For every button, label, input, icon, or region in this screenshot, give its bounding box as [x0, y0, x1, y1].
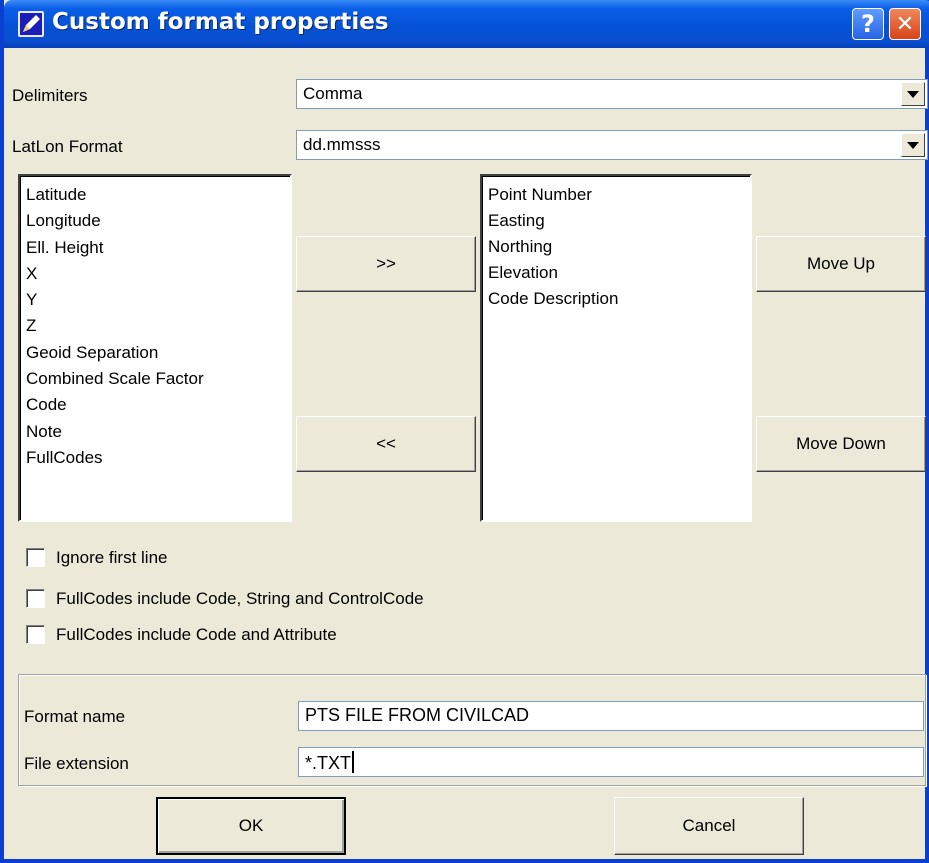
delimiters-select[interactable]: Comma [296, 79, 928, 109]
delimiters-label: Delimiters [12, 86, 88, 105]
list-item[interactable]: Elevation [482, 260, 750, 286]
dialog-window: Custom format properties ? ✕ Delimiters … [0, 0, 929, 863]
format-name-label: Format name [24, 707, 126, 726]
list-item[interactable]: Z [20, 313, 290, 339]
file-extension-label: File extension [24, 754, 129, 773]
app-pencil-icon [18, 11, 44, 37]
window-title: Custom format properties [52, 9, 389, 35]
file-extension-value: *.TXT [305, 753, 352, 773]
fullcodes-code-attribute-label: FullCodes include Code and Attribute [56, 625, 337, 644]
fullcodes-code-string-control-label: FullCodes include Code, String and Contr… [56, 589, 424, 608]
add-field-button[interactable]: >> [296, 236, 476, 292]
list-item[interactable]: Easting [482, 208, 750, 234]
delimiters-dropdown-button[interactable] [901, 82, 925, 106]
close-button[interactable]: ✕ [889, 8, 921, 40]
latlon-format-label: LatLon Format [12, 137, 123, 156]
list-item[interactable]: Combined Scale Factor [20, 366, 290, 392]
list-item[interactable]: Northing [482, 234, 750, 260]
list-item[interactable]: X [20, 261, 290, 287]
latlon-format-value: dd.mmsss [303, 135, 381, 154]
fullcodes-code-string-control-checkbox[interactable] [26, 589, 45, 608]
list-item[interactable]: Longitude [20, 208, 290, 234]
move-up-button[interactable]: Move Up [756, 236, 926, 292]
ignore-first-line-checkbox[interactable] [26, 548, 45, 567]
delimiters-value: Comma [303, 84, 363, 103]
list-item[interactable]: Latitude [20, 182, 290, 208]
format-name-value: PTS FILE FROM CIVILCAD [305, 705, 530, 725]
list-item[interactable]: Code Description [482, 286, 750, 312]
latlon-dropdown-button[interactable] [901, 133, 925, 157]
list-item[interactable]: Note [20, 419, 290, 445]
help-button[interactable]: ? [852, 8, 884, 40]
list-item[interactable]: Geoid Separation [20, 340, 290, 366]
chevron-down-icon [907, 90, 919, 98]
list-item[interactable]: Code [20, 392, 290, 418]
title-bar[interactable]: Custom format properties ? ✕ [4, 0, 929, 48]
ignore-first-line-label: Ignore first line [56, 548, 168, 567]
format-name-input[interactable]: PTS FILE FROM CIVILCAD [298, 701, 924, 731]
list-item[interactable]: FullCodes [20, 445, 290, 471]
chevron-down-icon [907, 141, 919, 149]
list-item[interactable]: Y [20, 287, 290, 313]
fullcodes-code-attribute-checkbox[interactable] [26, 625, 45, 644]
selected-fields-list[interactable]: Point Number Easting Northing Elevation … [480, 174, 752, 522]
list-item[interactable]: Ell. Height [20, 235, 290, 261]
text-caret [352, 751, 355, 773]
file-extension-input[interactable]: *.TXT [298, 747, 924, 777]
ok-button[interactable]: OK [156, 797, 346, 855]
cancel-button[interactable]: Cancel [614, 797, 804, 855]
remove-field-button[interactable]: << [296, 416, 476, 472]
list-item[interactable]: Point Number [482, 182, 750, 208]
move-down-button[interactable]: Move Down [756, 416, 926, 472]
available-fields-list[interactable]: Latitude Longitude Ell. Height X Y Z Geo… [18, 174, 292, 522]
latlon-format-select[interactable]: dd.mmsss [296, 130, 928, 160]
